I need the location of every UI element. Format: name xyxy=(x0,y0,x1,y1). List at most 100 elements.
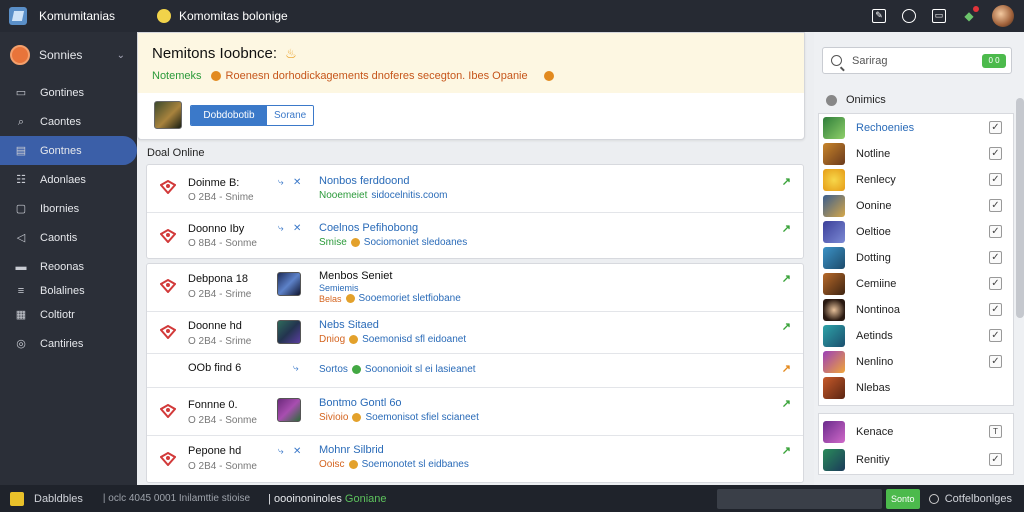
checkbox[interactable]: ✓ xyxy=(989,147,1002,160)
checkbox[interactable]: ✓ xyxy=(989,251,1002,264)
checkbox[interactable]: ✓ xyxy=(989,303,1002,316)
sidebar-header[interactable]: Sonnies ⌄ xyxy=(0,32,137,78)
sidebar-item-reoonas[interactable]: ▬ Reoonas xyxy=(0,252,137,281)
chat-input[interactable] xyxy=(716,488,882,509)
list-item[interactable]: Aetinds ✓ xyxy=(819,322,1013,349)
table-row[interactable]: Debpona 18 O 2B4 - Srime Menbos Seniet S… xyxy=(147,264,803,312)
row-primary[interactable]: Bontmo Gontl 6o xyxy=(319,397,402,409)
link-icon[interactable]: ⤷ xyxy=(278,446,288,457)
checkbox[interactable]: ✓ xyxy=(989,355,1002,368)
settings-icon[interactable] xyxy=(928,493,939,504)
link-icon[interactable]: ⤷ xyxy=(293,363,303,374)
checkbox[interactable]: ✓ xyxy=(989,225,1002,238)
list-item[interactable]: Nontinoa ✓ xyxy=(819,296,1013,323)
sidebar-item-caontis[interactable]: ◁ Caontis xyxy=(0,223,137,252)
list-item[interactable]: Cemiine ✓ xyxy=(819,270,1013,297)
chevron-down-icon[interactable]: ⌄ xyxy=(117,50,125,61)
sidebar-item-bolalines[interactable]: ≡ Bolalines xyxy=(0,281,137,300)
fire-icon: ♨ xyxy=(285,45,297,61)
send-button[interactable]: Sonto xyxy=(885,488,920,509)
game-icon xyxy=(823,350,845,373)
game-thumbnail[interactable] xyxy=(277,320,301,344)
sidebar-item-label: Reoonas xyxy=(40,260,85,273)
checkbox[interactable]: ✓ xyxy=(989,329,1002,342)
checkbox[interactable]: ✓ xyxy=(989,121,1002,134)
screen-icon[interactable]: ▭ xyxy=(932,9,946,23)
sidebar-item-cantiries[interactable]: ◎ Cantiries xyxy=(0,329,137,358)
checkbox[interactable]: ✓ xyxy=(989,277,1002,290)
checkbox[interactable]: ✓ xyxy=(989,199,1002,212)
share-icon[interactable]: ✕ xyxy=(293,446,303,457)
scrollbar[interactable] xyxy=(1016,98,1024,318)
list-item[interactable]: Rechoenies ✓ xyxy=(819,114,1013,141)
menu-icon[interactable] xyxy=(10,491,24,506)
sidebar-item-caontes[interactable]: ⌕ Caontes xyxy=(0,107,137,136)
smiley-icon xyxy=(157,9,171,23)
status-bar: Dabldbles | oclc 4045 0001 Inilamttie st… xyxy=(0,485,1024,512)
list-item[interactable]: Oeltioe ✓ xyxy=(819,218,1013,245)
sidebar-item-gontines[interactable]: ▭ Gontines xyxy=(0,78,137,107)
table-row[interactable]: Doonne hd O 2B4 - Srime Nebs Sitaed Dnio… xyxy=(147,312,803,354)
checkbox[interactable]: T xyxy=(989,425,1002,438)
row-primary[interactable]: Nebs Sitaed xyxy=(319,319,379,331)
row-primary[interactable]: Menbos Seniet xyxy=(319,270,392,282)
list-item[interactable]: Nenlino ✓ xyxy=(819,348,1013,375)
sidebar-item-coltiotr[interactable]: ▦ Coltiotr xyxy=(0,300,137,329)
row-primary[interactable]: Coelnos Pefihobong xyxy=(319,222,418,234)
game-thumbnail[interactable] xyxy=(277,398,301,422)
notification-icon[interactable]: ◆ xyxy=(962,6,979,23)
list-item-label: Dotting xyxy=(856,251,891,264)
row-name: Doonno Iby xyxy=(188,223,245,235)
share-icon[interactable]: ✕ xyxy=(293,223,303,234)
chat-icon[interactable] xyxy=(902,9,916,23)
table-row[interactable]: OOb find 6 ⤷ Sortos Soononioit sl ei las… xyxy=(147,354,803,388)
row-secondary: Ooisc Soemonotet sl eidbanes xyxy=(319,459,469,470)
list-item[interactable]: Nlebas xyxy=(819,374,1013,401)
list-item-label: Renlecy xyxy=(856,173,896,186)
table-row[interactable]: Fonnne 0. O 2B4 - Sonme Bontmo Gontl 6o … xyxy=(147,388,803,436)
game-thumbnail[interactable] xyxy=(154,101,182,129)
segment-inactive[interactable]: Sorane xyxy=(267,105,314,125)
link-icon[interactable]: ⤷ xyxy=(278,223,288,234)
sidebar-item-gontnes[interactable]: ▤ Gontnes xyxy=(0,136,137,165)
list-item-label: Nontinoa xyxy=(856,303,901,316)
list-item[interactable]: Notline ✓ xyxy=(819,140,1013,167)
banner-title-row: Nemitons Ioobnce: ♨ xyxy=(152,45,790,62)
list-item[interactable]: Renlecy ✓ xyxy=(819,166,1013,193)
sidebar-item-ibornies[interactable]: ▢ Ibornies xyxy=(0,194,137,223)
list-item[interactable]: Renitiy ✓ xyxy=(819,446,1013,473)
list-item[interactable]: Dotting ✓ xyxy=(819,244,1013,271)
search-toggle[interactable]: 0 0 xyxy=(982,53,1006,68)
table-row[interactable]: Doinme B: O 2B4 - Snime ⤷ ✕ Nonbos ferdd… xyxy=(147,165,803,213)
row-primary[interactable]: Nonbos ferddoond xyxy=(319,175,410,187)
row-primary[interactable]: Mohnr Silbrid xyxy=(319,444,384,456)
checkbox[interactable] xyxy=(989,381,1002,394)
share-icon[interactable]: ✕ xyxy=(293,177,303,188)
row-secondary: Smise Sociomoniet sledoanes xyxy=(319,237,467,248)
table-row[interactable]: Pepone hd O 2B4 - Sonme ⤷ ✕ Mohnr Silbri… xyxy=(147,436,803,482)
game-icon xyxy=(823,298,845,321)
coin-icon xyxy=(345,294,355,303)
channel-b[interactable]: Goniane xyxy=(345,493,387,505)
sidebar-item-label: Caontes xyxy=(40,115,81,128)
grid-icon: ▦ xyxy=(15,308,27,321)
checkbox[interactable]: ✓ xyxy=(989,453,1002,466)
game-icon xyxy=(823,272,845,295)
list-item[interactable]: Kenace T xyxy=(819,418,1013,445)
banner-sub-key: Notemeks xyxy=(152,70,202,82)
status-right-label[interactable]: Cotfelbonlges xyxy=(945,493,1012,505)
table-row[interactable]: Doonno Iby O 8B4 - Sonme ⤷ ✕ Coelnos Pef… xyxy=(147,213,803,260)
game-thumbnail[interactable] xyxy=(277,272,301,296)
checkbox[interactable]: ✓ xyxy=(989,173,1002,186)
filter-icon xyxy=(826,94,837,106)
search-box[interactable]: Sarirag 0 0 xyxy=(822,47,1012,74)
avatar[interactable] xyxy=(992,5,1014,27)
status-dot-icon xyxy=(351,365,361,374)
segment-active[interactable]: Dobdobotib xyxy=(191,105,267,125)
edit-icon[interactable]: ✎ xyxy=(872,9,886,23)
search-placeholder[interactable]: Sarirag xyxy=(852,55,982,67)
list-item[interactable]: Oonine ✓ xyxy=(819,192,1013,219)
sidebar-item-label: Gontines xyxy=(40,86,85,99)
link-icon[interactable]: ⤷ xyxy=(278,177,288,188)
sidebar-item-adonlaes[interactable]: ☷ Adonlaes xyxy=(0,165,137,194)
